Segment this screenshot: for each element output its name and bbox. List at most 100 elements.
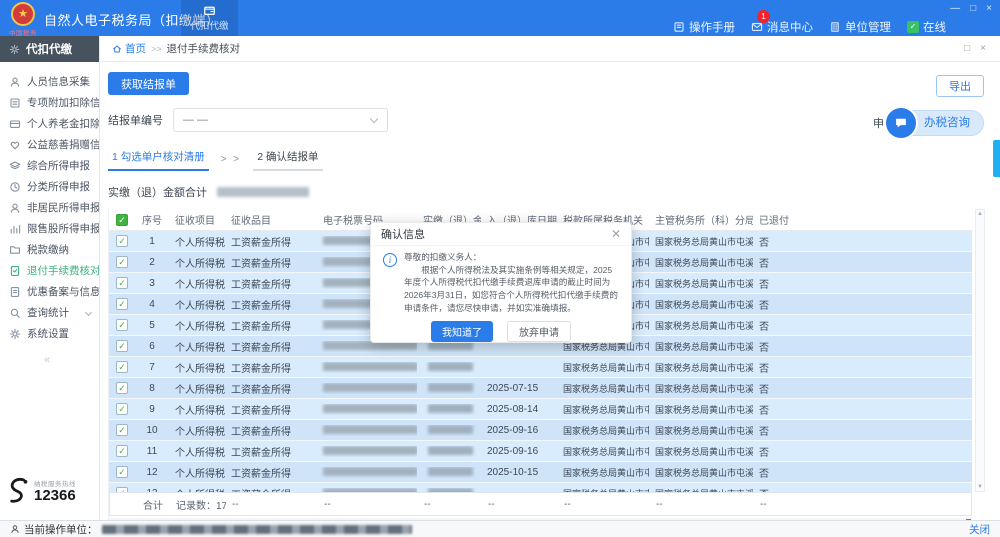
message-center-label: 消息中心	[767, 19, 813, 35]
sidebar-item-6[interactable]: 非居民所得申报	[0, 197, 99, 218]
sidebar-item-9[interactable]: 退付手续费核对	[0, 260, 99, 281]
column-header[interactable]: 征收项目	[169, 212, 225, 227]
select-all-checkbox-cell: ✓	[109, 214, 135, 226]
cell-refunded: 否	[753, 402, 797, 417]
export-button[interactable]: 导出	[936, 75, 984, 97]
message-center-link[interactable]: 1 消息中心	[751, 19, 813, 35]
step-2-tab[interactable]: 2 确认结报单	[253, 149, 322, 171]
cell-item: 工资薪金所得	[225, 402, 317, 417]
acknowledge-button[interactable]: 我知道了	[431, 321, 493, 342]
row-checkbox[interactable]: ✓	[116, 361, 128, 373]
step-1-tab[interactable]: 1 勾选单户核对清册	[108, 149, 209, 171]
statement-no-select[interactable]: — —	[173, 108, 388, 132]
row-checkbox[interactable]: ✓	[116, 403, 128, 415]
row-checkbox[interactable]: ✓	[116, 319, 128, 331]
cell-project: 个人所得税	[169, 402, 225, 417]
sidebar-item-11[interactable]: 查询统计	[0, 302, 99, 323]
column-header[interactable]: 序号	[135, 212, 169, 227]
sidebar-item-4[interactable]: 综合所得申报	[0, 155, 99, 176]
sidebar-item-7[interactable]: 限售股所得申报	[0, 218, 99, 239]
cell-seq: 7	[135, 362, 169, 373]
table-row[interactable]: ✓9个人所得税工资薪金所得2025-08-14国家税务总局黄山市屯溪区...国家…	[109, 399, 972, 420]
tab-withholding[interactable]: 代扣代缴	[181, 0, 238, 36]
table-row[interactable]: ✓12个人所得税工资薪金所得2025-10-15国家税务总局黄山市屯溪区...国…	[109, 462, 972, 483]
row-checkbox[interactable]: ✓	[116, 466, 128, 478]
manual-link[interactable]: 操作手册	[673, 19, 735, 35]
sidebar-item-1[interactable]: 专项附加扣除信息采	[0, 92, 99, 113]
cell-project: 个人所得税	[169, 360, 225, 375]
dialog-message: 尊敬的扣缴义务人： 根据个人所得税法及其实施条例等相关规定，2025年度个人所得…	[404, 251, 618, 315]
redacted-tax-number	[323, 362, 417, 371]
row-checkbox[interactable]: ✓	[116, 256, 128, 268]
panel-close-button[interactable]: ×	[980, 43, 986, 54]
redacted-tax-number	[323, 467, 417, 476]
redacted-amount	[428, 425, 473, 434]
close-button[interactable]: ×	[986, 3, 992, 14]
table-row[interactable]: ✓10个人所得税工资薪金所得2025-09-16国家税务总局黄山市屯溪区...国…	[109, 420, 972, 441]
redacted-amount	[428, 362, 473, 371]
get-statement-button[interactable]: 获取结报单	[108, 72, 189, 95]
table-row[interactable]: ✓8个人所得税工资薪金所得2025-07-15国家税务总局黄山市屯溪区...国家…	[109, 378, 972, 399]
vertical-scrollbar[interactable]: ▲▼	[975, 209, 985, 492]
table-row[interactable]: ✓13个人所得税工资薪金所得国家税务总局黄山市屯溪区...国家税务总局黄山市屯溪…	[109, 483, 972, 492]
sidebar-item-8[interactable]: 税款缴纳	[0, 239, 99, 260]
statement-no-label: 结报单编号	[108, 112, 163, 128]
amount-summary: 实缴（退）金额合计	[108, 184, 986, 200]
select-all-checkbox[interactable]: ✓	[116, 214, 128, 226]
doc-icon	[9, 286, 21, 298]
sidebar-item-label: 专项附加扣除信息采	[27, 95, 99, 110]
side-panel-handle[interactable]	[993, 140, 1000, 177]
wallet-icon	[203, 4, 216, 17]
org-manage-link[interactable]: 单位管理	[829, 19, 891, 35]
row-checkbox[interactable]: ✓	[116, 424, 128, 436]
row-checkbox[interactable]: ✓	[116, 235, 128, 247]
table-row[interactable]: ✓11个人所得税工资薪金所得2025-09-16国家税务总局黄山市屯溪区...国…	[109, 441, 972, 462]
sidebar-item-label: 系统设置	[27, 326, 69, 341]
total-dash: --	[650, 499, 754, 510]
cell-refunded: 否	[753, 465, 797, 480]
sidebar-item-5[interactable]: 分类所得申报	[0, 176, 99, 197]
online-status[interactable]: ✓ 在线	[907, 19, 946, 35]
cell-project: 个人所得税	[169, 423, 225, 438]
redacted-tax-number	[323, 446, 417, 455]
cell-amount	[417, 488, 481, 493]
cell-authority: 国家税务总局黄山市屯溪区...	[557, 424, 649, 437]
sidebar-item-2[interactable]: 个人养老金扣除管理	[0, 113, 99, 134]
column-header[interactable]: 征收品目	[225, 212, 317, 227]
sidebar-header: 代扣代缴	[0, 36, 99, 62]
step-separator: > >	[221, 154, 241, 171]
cell-checkbox: ✓	[109, 319, 135, 331]
table-row[interactable]: ✓7个人所得税工资薪金所得国家税务总局黄山市屯溪区...国家税务总局黄山市屯溪区…	[109, 357, 972, 378]
sidebar-item-3[interactable]: 公益慈善捐赠信息采	[0, 134, 99, 155]
row-checkbox[interactable]: ✓	[116, 445, 128, 457]
logo-caption: 中国税务	[8, 27, 38, 37]
gift-icon	[9, 139, 21, 151]
dialog-close-icon[interactable]: ✕	[611, 227, 621, 241]
cell-seq: 13	[135, 488, 169, 493]
row-checkbox[interactable]: ✓	[116, 277, 128, 289]
statusbar-close-link[interactable]: 关闭	[969, 522, 990, 537]
sidebar-item-0[interactable]: 人员信息采集	[0, 71, 99, 92]
cell-seq: 2	[135, 257, 169, 268]
consult-widget: 办税咨询	[901, 110, 984, 136]
cell-checkbox: ✓	[109, 298, 135, 310]
consult-chat-button[interactable]	[886, 108, 916, 138]
maximize-button[interactable]: □	[970, 3, 976, 14]
abandon-button[interactable]: 放弃申请	[507, 321, 571, 342]
row-checkbox[interactable]: ✓	[116, 340, 128, 352]
row-checkbox[interactable]: ✓	[116, 298, 128, 310]
row-checkbox[interactable]: ✓	[116, 487, 128, 492]
column-header[interactable]: 主管税务所（科）分局	[649, 212, 753, 227]
sidebar-collapse-button[interactable]: «	[44, 354, 99, 366]
cell-checkbox: ✓	[109, 403, 135, 415]
row-checkbox[interactable]: ✓	[116, 382, 128, 394]
minimize-button[interactable]: —	[950, 3, 960, 14]
sidebar-item-10[interactable]: 优惠备案与信息报	[0, 281, 99, 302]
redacted-amount	[428, 467, 473, 476]
total-dash: --	[482, 499, 558, 510]
cell-project: 个人所得税	[169, 339, 225, 354]
column-header[interactable]: 已退付	[753, 212, 797, 227]
panel-maximize-button[interactable]: □	[964, 43, 970, 54]
breadcrumb-home[interactable]: 首页	[112, 41, 146, 56]
sidebar-item-12[interactable]: 系统设置	[0, 323, 99, 344]
